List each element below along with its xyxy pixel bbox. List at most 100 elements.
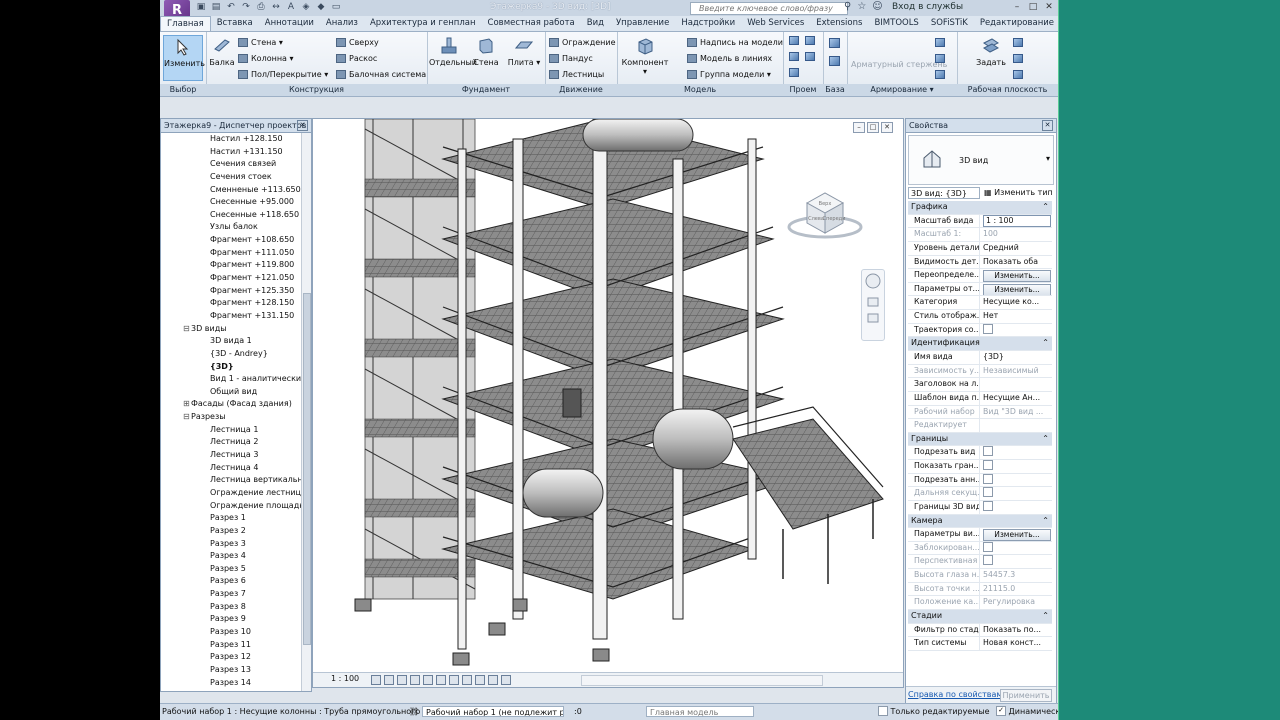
tree-item[interactable]: Ограждение площадк <box>161 500 301 513</box>
print-icon[interactable]: ⎙ <box>256 2 266 12</box>
wall-foundation-button[interactable]: Стена <box>469 35 503 79</box>
edit-button[interactable]: Изменить... <box>983 270 1051 282</box>
apply-button[interactable]: Применить <box>1000 689 1052 702</box>
tab-6[interactable]: Вид <box>581 16 610 31</box>
opening-face-icon[interactable] <box>789 36 799 45</box>
viewcube[interactable]: Верх Слева Спереди <box>785 175 865 245</box>
property-checkbox[interactable] <box>983 460 993 471</box>
tree-toggle-icon[interactable]: ⊞ <box>183 398 191 411</box>
tab-2[interactable]: Аннотации <box>259 16 320 31</box>
viewcube-top-label[interactable]: Верх <box>819 201 832 207</box>
model-text-button[interactable]: Надпись на модели <box>687 36 783 49</box>
property-section[interactable]: Идентификация ⌃ <box>908 337 1052 351</box>
tab-13[interactable]: Редактирование <box>974 16 1058 31</box>
save-icon[interactable]: ▤ <box>211 2 221 12</box>
visual-style-icon[interactable] <box>384 675 394 685</box>
tree-item[interactable]: Сечения связей <box>161 158 301 171</box>
opening-shaft-icon[interactable] <box>805 36 815 45</box>
tab-4[interactable]: Архитектура и генплан <box>364 16 482 31</box>
project-browser-scrollbar[interactable] <box>301 133 311 691</box>
grid-icon[interactable] <box>829 56 840 66</box>
opening-wall-icon[interactable] <box>789 52 799 61</box>
floor-button[interactable]: Пол/Перекрытие ▾ <box>238 68 328 81</box>
railing-button[interactable]: Ограждение <box>549 36 616 49</box>
property-value[interactable]: {3D} <box>980 351 1052 364</box>
tree-item[interactable]: Разрез 6 <box>161 575 301 588</box>
close-view-icon[interactable]: ✕ <box>881 122 893 133</box>
viewer-icon[interactable] <box>1013 70 1023 79</box>
star-icon[interactable]: ☆ <box>857 1 866 12</box>
beam-button[interactable]: Балка <box>206 35 238 79</box>
tree-item[interactable]: Разрез 5 <box>161 563 301 576</box>
property-value[interactable] <box>980 555 1052 568</box>
tree-item[interactable]: {3D} <box>161 361 301 374</box>
property-value[interactable]: Показать по... <box>980 624 1052 637</box>
property-section[interactable]: Камера ⌃ <box>908 514 1052 529</box>
tree-item[interactable]: Лестница 4 <box>161 462 301 475</box>
open-icon[interactable]: ▣ <box>196 2 206 12</box>
tab-10[interactable]: Extensions <box>810 16 868 31</box>
component-button[interactable]: Компонент ▾ <box>621 35 669 79</box>
zoom-icon[interactable] <box>867 297 879 307</box>
workset-icon[interactable]: ⛓ <box>409 704 419 720</box>
set-workplane-button[interactable]: Задать <box>973 35 1009 79</box>
scrollbar-thumb[interactable] <box>303 293 311 645</box>
tree-item[interactable]: Разрез 2 <box>161 525 301 538</box>
redo-icon[interactable]: ↷ <box>241 2 251 12</box>
tree-item[interactable]: Фрагмент +119.800 <box>161 259 301 272</box>
tree-item[interactable]: ⊟3D виды <box>161 323 301 336</box>
property-checkbox[interactable] <box>983 446 993 457</box>
tree-item[interactable]: Разрез 4 <box>161 550 301 563</box>
tree-item[interactable]: Общий вид <box>161 386 301 399</box>
property-value[interactable]: Новая конст... <box>980 637 1052 650</box>
panel-title-reinforcement[interactable]: Армирование ▾ <box>847 84 957 96</box>
beam-system-button[interactable]: Балочная система <box>336 68 426 81</box>
minimize-view-icon[interactable]: – <box>853 122 865 133</box>
tree-item[interactable]: Разрез 12 <box>161 651 301 664</box>
property-value[interactable] <box>980 500 1052 514</box>
tree-item[interactable]: Сменненые +113.650 <box>161 184 301 197</box>
tree-item[interactable]: Разрез 13 <box>161 664 301 677</box>
chevron-down-icon[interactable]: ▾ <box>1046 154 1050 163</box>
model-group-button[interactable]: Группа модели ▾ <box>687 68 771 81</box>
dynamic-checkbox[interactable]: ✓ <box>996 705 1006 716</box>
tree-toggle-icon[interactable]: ⊟ <box>183 411 191 424</box>
brace-button[interactable]: Раскос <box>336 52 377 65</box>
collapse-icon[interactable]: ⌃ <box>1042 515 1049 528</box>
close-icon[interactable]: ✕ <box>1042 120 1053 131</box>
tree-item[interactable]: Фрагмент +125.350 <box>161 285 301 298</box>
properties-help-link[interactable]: Справка по свойствам <box>908 690 1002 699</box>
design-option-dropdown[interactable]: Главная модель <box>646 706 754 717</box>
fabric-icon[interactable] <box>935 70 945 79</box>
ref-plane-icon[interactable] <box>1013 54 1023 63</box>
tree-item[interactable]: Настил +131.150 <box>161 146 301 159</box>
slab-foundation-button[interactable]: Плита ▾ <box>505 35 543 79</box>
editable-only-checkbox[interactable] <box>878 705 888 716</box>
signin-button[interactable]: Вход в службы <box>892 2 963 12</box>
collapse-icon[interactable]: ⌃ <box>1042 433 1049 446</box>
tree-item[interactable]: Снесенные +95.000 <box>161 196 301 209</box>
view-scale[interactable]: 1 : 100 <box>331 674 359 683</box>
path-reinforcement-icon[interactable] <box>935 54 945 63</box>
tree-item[interactable]: Вид 1 - аналитически <box>161 373 301 386</box>
instance-selector[interactable]: 3D вид: {3D} <box>908 187 980 199</box>
property-value[interactable]: Несущие Ан... <box>980 392 1052 405</box>
property-value[interactable]: Средний <box>980 242 1052 255</box>
maximize-icon[interactable]: □ <box>1026 1 1040 13</box>
workset-dropdown[interactable]: Рабочий набор 1 (не подлежит ре <box>422 706 564 717</box>
minimize-icon[interactable]: – <box>1010 1 1024 13</box>
model-line-button[interactable]: Модель в линиях <box>687 52 772 65</box>
dynamic-toggle[interactable]: ✓ Динамически <box>996 704 1058 720</box>
property-value[interactable]: Показать оба <box>980 256 1052 269</box>
switch-windows-icon[interactable]: ▭ <box>331 2 341 12</box>
undo-icon[interactable]: ↶ <box>226 2 236 12</box>
search-input[interactable]: Введите ключевое слово/фразу <box>690 2 848 15</box>
show-workplane-icon[interactable] <box>1013 38 1023 47</box>
tree-item[interactable]: Лестница 3 <box>161 449 301 462</box>
viewport-hscrollbar[interactable] <box>581 675 823 686</box>
viewcube-left-label[interactable]: Слева <box>808 216 824 222</box>
tree-item[interactable]: Ограждение лестница <box>161 487 301 500</box>
measure-icon[interactable]: ↔ <box>271 2 281 12</box>
wall-button[interactable]: Стена ▾ <box>238 36 283 49</box>
property-checkbox[interactable] <box>983 473 993 484</box>
